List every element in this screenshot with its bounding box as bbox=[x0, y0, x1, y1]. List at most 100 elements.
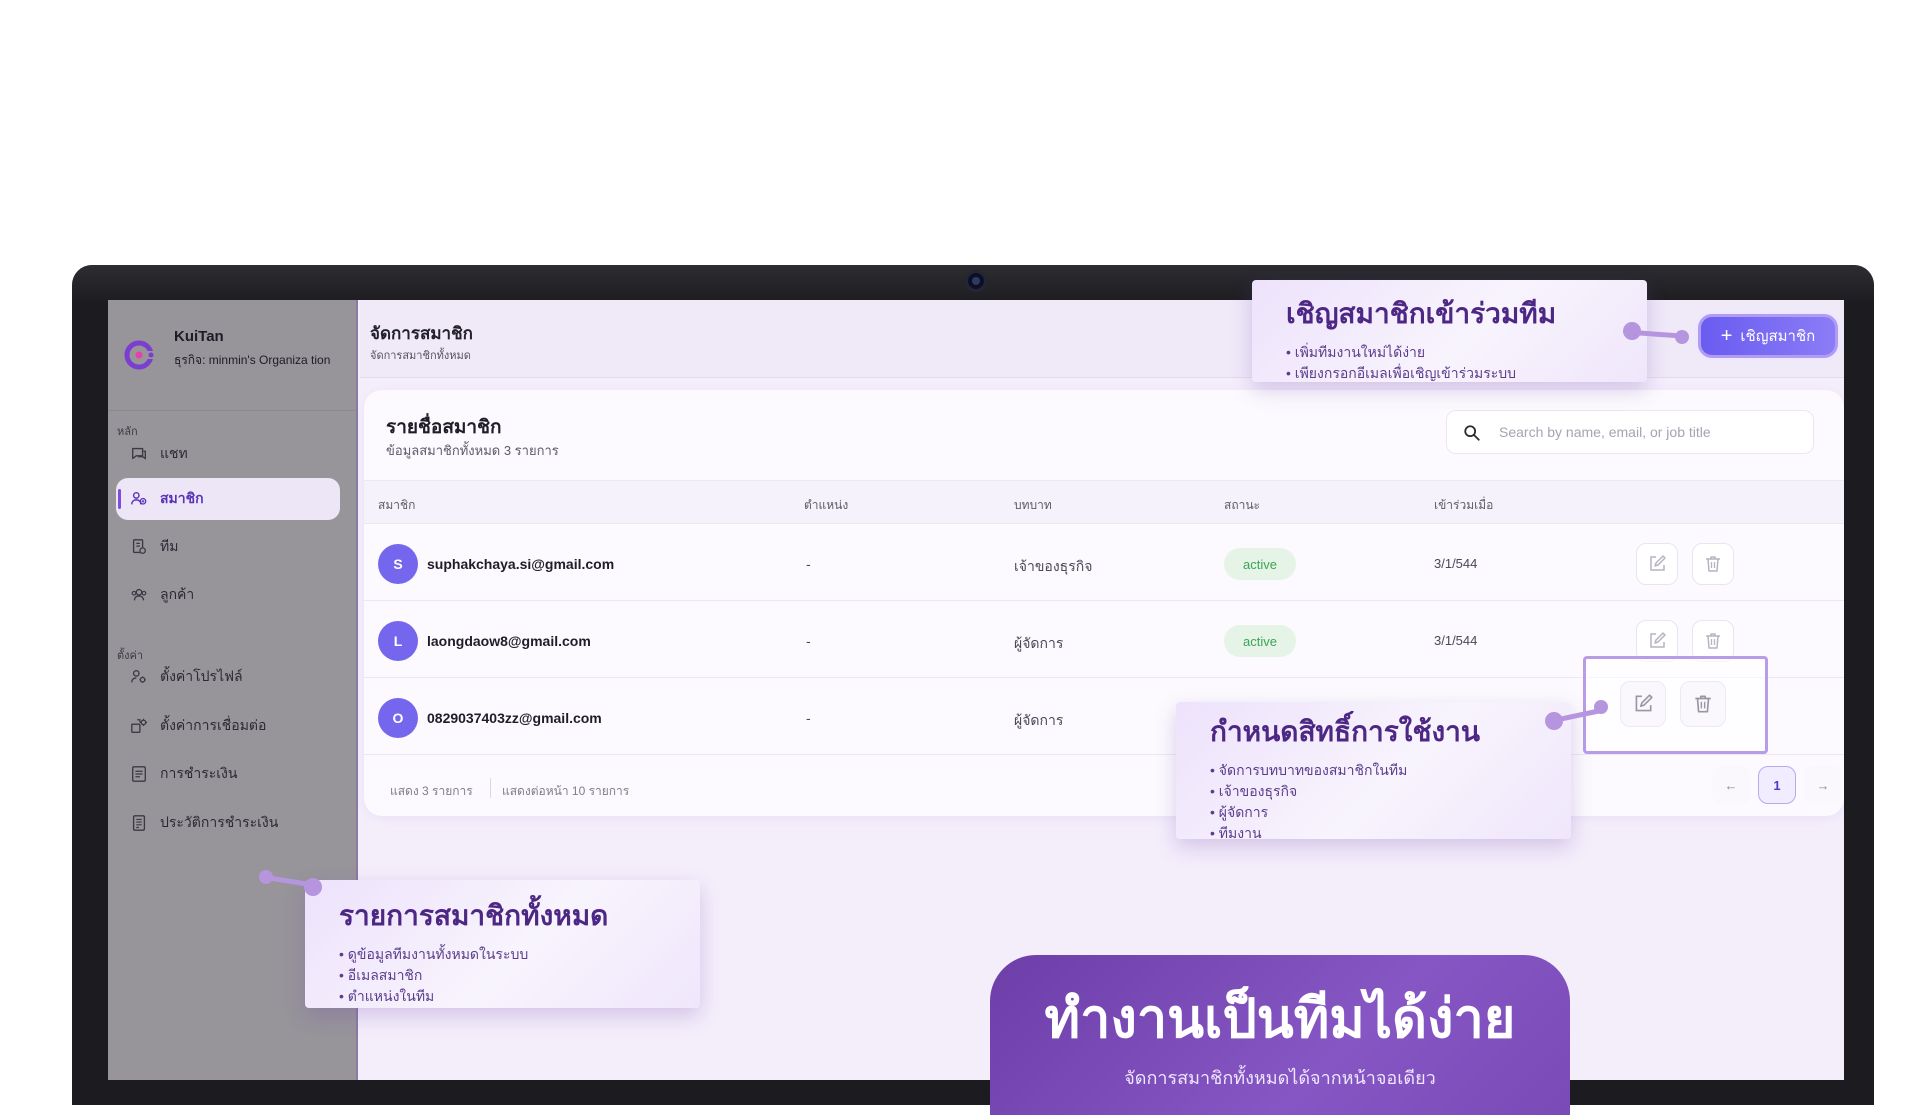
callout-member-list-title: รายการสมาชิกทั้งหมด bbox=[339, 900, 609, 931]
avatar: O bbox=[378, 698, 418, 738]
edit-icon bbox=[1650, 632, 1666, 648]
member-role: เจ้าของธุรกิจ bbox=[1014, 558, 1093, 574]
member-position: - bbox=[806, 556, 811, 572]
profile-settings-icon bbox=[131, 670, 146, 683]
member-email: 0829037403zz@gmail.com bbox=[427, 710, 602, 726]
search-icon bbox=[1464, 425, 1480, 441]
delete-member-button[interactable] bbox=[1692, 543, 1734, 585]
page-title: จัดการสมาชิก bbox=[370, 324, 473, 343]
sidebar-item-chat[interactable]: แชท bbox=[116, 433, 340, 475]
sidebar-divider bbox=[108, 410, 356, 411]
payment-icon bbox=[132, 766, 146, 782]
payment-history-icon bbox=[132, 815, 146, 831]
callout-point: เพิ่มทีมงานใหม่ได้ง่าย bbox=[1286, 342, 1647, 363]
panel-subtitle: ข้อมูลสมาชิกทั้งหมด 3 รายการ bbox=[386, 443, 559, 458]
connection-settings-icon bbox=[131, 718, 148, 733]
search-input[interactable] bbox=[1499, 411, 1799, 453]
sidebar-item-members[interactable]: สมาชิก bbox=[116, 478, 340, 520]
sidebar-item-label: การชำระเงิน bbox=[160, 765, 238, 781]
edit-icon bbox=[1650, 555, 1666, 571]
callout-point: ดูข้อมูลทีมงานทั้งหมดในระบบ bbox=[339, 944, 700, 965]
column-header-joined: เข้าร่วมเมื่อ bbox=[1434, 498, 1494, 512]
sidebar-item-customers[interactable]: ลูกค้า bbox=[116, 574, 340, 616]
hero-banner: ทำงานเป็นทีมได้ง่าย จัดการสมาชิกทั้งหมดไ… bbox=[990, 955, 1570, 1115]
pagination-next-button[interactable]: → bbox=[1804, 766, 1842, 804]
edit-member-button[interactable] bbox=[1620, 681, 1666, 727]
sidebar-item-label: ทีม bbox=[160, 538, 179, 554]
invite-member-label: เชิญสมาชิก bbox=[1740, 328, 1816, 345]
hero-subtitle: จัดการสมาชิกทั้งหมดได้จากหน้าจอเดียว bbox=[1124, 1068, 1436, 1088]
avatar: L bbox=[378, 621, 418, 661]
pagination-prev-button[interactable]: ← bbox=[1712, 766, 1750, 804]
callout-invite-points: เพิ่มทีมงานใหม่ได้ง่าย เพียงกรอกอีเมลเพื… bbox=[1286, 342, 1647, 384]
callout-member-list-points: ดูข้อมูลทีมงานทั้งหมดในระบบ อีเมลสมาชิก … bbox=[339, 944, 700, 1007]
footer-divider bbox=[490, 778, 491, 798]
column-header-position: ตำแหน่ง bbox=[804, 498, 849, 512]
callout-invite: เชิญสมาชิกเข้าร่วมทีม เพิ่มทีมงานใหม่ได้… bbox=[1252, 280, 1647, 382]
delete-member-button[interactable] bbox=[1680, 681, 1726, 727]
member-joined-date: 3/1/544 bbox=[1434, 556, 1478, 571]
sidebar-item-connection-settings[interactable]: ตั้งค่าการเชื่อมต่อ bbox=[116, 705, 340, 747]
invite-member-button[interactable]: + เชิญสมาชิก bbox=[1698, 314, 1838, 358]
footer-count: แสดง 3 รายการ bbox=[390, 784, 473, 798]
avatar: S bbox=[378, 544, 418, 584]
members-icon bbox=[131, 491, 147, 505]
callout-point: จัดการบทบาทของสมาชิกในทีม bbox=[1210, 760, 1571, 781]
sidebar-item-payment-history[interactable]: ประวัติการชำระเงิน bbox=[116, 802, 340, 844]
team-icon bbox=[132, 539, 146, 554]
sidebar-item-label: สมาชิก bbox=[160, 490, 204, 506]
kuitan-logo-icon bbox=[124, 340, 154, 370]
pagination-page-1[interactable]: 1 bbox=[1758, 766, 1796, 804]
app-name: KuiTan bbox=[174, 328, 224, 345]
callout-point: ทีมงาน bbox=[1210, 823, 1571, 844]
table-header: สมาชิก ตำแหน่ง บทบาท สถานะ เข้าร่วมเมื่อ bbox=[364, 480, 1844, 524]
callout-invite-title: เชิญสมาชิกเข้าร่วมทีม bbox=[1286, 298, 1557, 329]
member-role: ผู้จัดการ bbox=[1014, 635, 1064, 651]
sidebar-item-label: ลูกค้า bbox=[160, 586, 195, 602]
webcam bbox=[965, 270, 987, 292]
connector-dot bbox=[1675, 330, 1689, 344]
member-position: - bbox=[806, 710, 811, 726]
callout-permissions: กำหนดสิทธิ์การใช้งาน จัดการบทบาทของสมาชิ… bbox=[1176, 702, 1571, 841]
connector-dot bbox=[304, 878, 322, 896]
member-role: ผู้จัดการ bbox=[1014, 712, 1064, 728]
trash-icon bbox=[1706, 633, 1720, 649]
panel-title: รายชื่อสมาชิก bbox=[386, 417, 502, 438]
connector-dot bbox=[1594, 700, 1608, 714]
member-joined-date: 3/1/544 bbox=[1434, 633, 1478, 648]
sidebar-item-profile-settings[interactable]: ตั้งค่าโปรไฟล์ bbox=[116, 656, 340, 698]
callout-point: ผู้จัดการ bbox=[1210, 802, 1571, 823]
sidebar-item-label: แชท bbox=[160, 445, 188, 461]
row-actions-highlight bbox=[1583, 656, 1768, 754]
sidebar-item-payment[interactable]: การชำระเงิน bbox=[116, 753, 340, 795]
sidebar-item-label: ประวัติการชำระเงิน bbox=[160, 814, 279, 830]
callout-member-list: รายการสมาชิกทั้งหมด ดูข้อมูลทีมงานทั้งหม… bbox=[305, 880, 700, 1008]
chat-icon bbox=[132, 447, 146, 460]
sidebar-item-label: ตั้งค่าโปรไฟล์ bbox=[160, 668, 243, 684]
callout-point: เจ้าของธุรกิจ bbox=[1210, 781, 1571, 802]
callout-permissions-title: กำหนดสิทธิ์การใช้งาน bbox=[1210, 716, 1481, 747]
status-badge: active bbox=[1224, 548, 1296, 580]
status-badge: active bbox=[1224, 625, 1296, 657]
hero-title: ทำงานเป็นทีมได้ง่าย bbox=[1044, 989, 1516, 1049]
search-box bbox=[1446, 410, 1814, 454]
edit-member-button[interactable] bbox=[1636, 543, 1678, 585]
sidebar-item-label: ตั้งค่าการเชื่อมต่อ bbox=[160, 717, 267, 733]
callout-point: เพียงกรอกอีเมลเพื่อเชิญเข้าร่วมระบบ bbox=[1286, 363, 1647, 384]
trash-icon bbox=[1706, 556, 1720, 572]
customers-icon bbox=[131, 588, 147, 601]
member-position: - bbox=[806, 633, 811, 649]
page-subtitle: จัดการสมาชิกทั้งหมด bbox=[370, 350, 471, 362]
member-email: laongdaow8@gmail.com bbox=[427, 633, 591, 649]
column-header-status: สถานะ bbox=[1224, 498, 1260, 512]
callout-permissions-points: จัดการบทบาทของสมาชิกในทีม เจ้าของธุรกิจ … bbox=[1210, 760, 1571, 844]
column-header-member: สมาชิก bbox=[378, 498, 416, 512]
column-header-role: บทบาท bbox=[1014, 498, 1052, 512]
trash-icon bbox=[1695, 695, 1711, 713]
member-email: suphakchaya.si@gmail.com bbox=[427, 556, 615, 572]
plus-icon: + bbox=[1720, 325, 1733, 347]
footer-per-page: แสดงต่อหน้า 10 รายการ bbox=[502, 784, 630, 798]
sidebar-item-team[interactable]: ทีม bbox=[116, 526, 340, 568]
organization-name: ธุรกิจ: minmin's Organiza tion bbox=[174, 353, 331, 367]
callout-point: ตำแหน่งในทีม bbox=[339, 986, 700, 1007]
